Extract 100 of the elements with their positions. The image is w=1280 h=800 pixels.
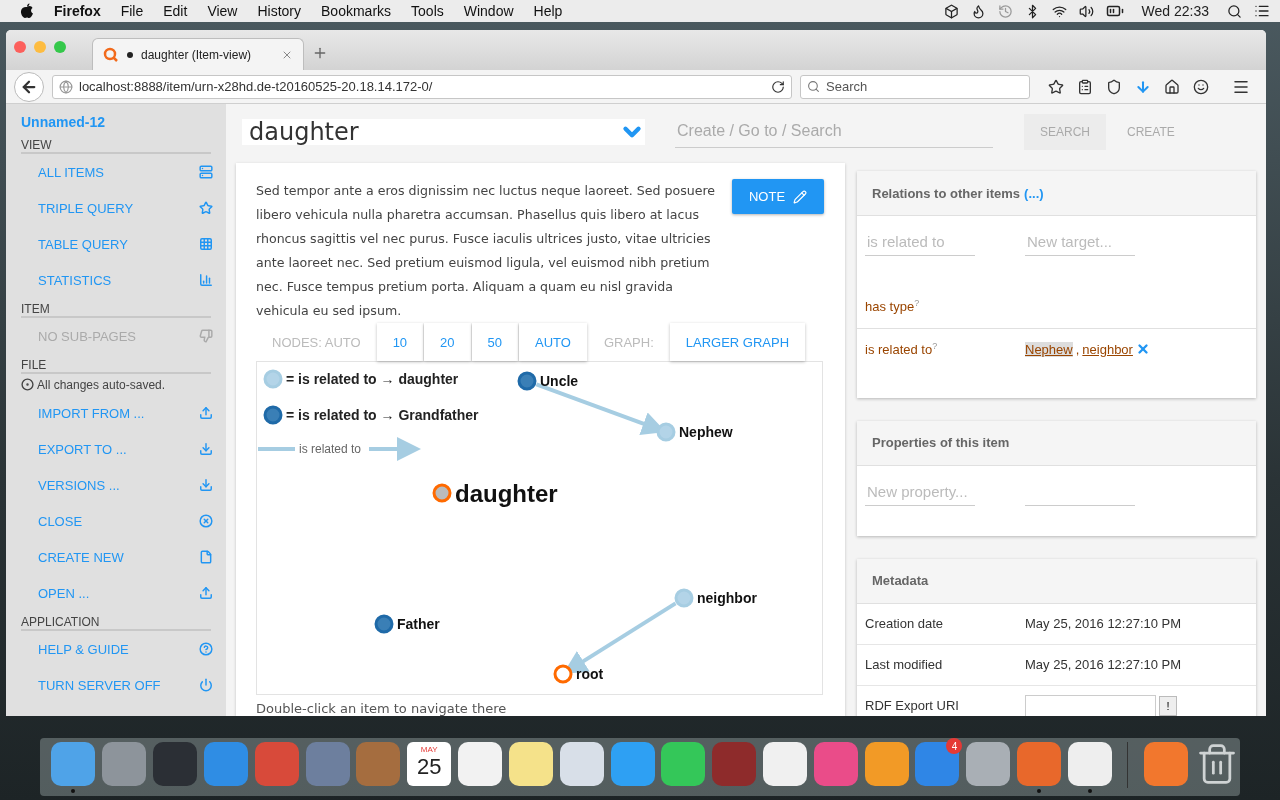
menu-item[interactable]: File [120,3,144,19]
list-icon[interactable] [1254,3,1270,19]
predicate-field[interactable]: is related to [865,228,975,256]
menu-item[interactable]: Window [463,3,514,19]
sidebar-item[interactable]: TRIPLE QUERY [38,190,213,226]
node-label[interactable]: Father [397,616,440,633]
star-icon[interactable] [1048,78,1064,95]
remove-icon[interactable] [1135,342,1150,357]
node-label[interactable]: neighbor [697,590,757,607]
close-window-icon[interactable] [14,41,26,53]
graph-node[interactable] [374,614,394,634]
app-menu[interactable]: Firefox [54,3,101,19]
sidebar-item[interactable]: ALL ITEMS [38,154,213,190]
node-label[interactable]: Nephew [679,424,733,441]
sidebar-item[interactable]: OPEN ... [38,575,213,611]
sidebar-item[interactable]: EXPORT TO ... [38,431,213,467]
sidebar-item[interactable]: CLOSE [38,503,213,539]
app-icon[interactable] [864,742,909,786]
browser-tab[interactable]: daughter (Item-view) [92,38,304,70]
sidebar-item[interactable]: TURN SERVER OFF [38,667,213,703]
menu-item[interactable]: History [257,3,302,19]
upload-icon [199,586,213,600]
menu-item[interactable]: View [207,3,238,19]
back-button[interactable] [14,71,44,102]
export-button[interactable]: ! [1159,695,1177,716]
node-label[interactable]: root [576,666,604,683]
nodes-label: NODES: AUTO [272,333,362,352]
target-link[interactable]: neighbor [1082,342,1133,357]
smiley-icon[interactable] [1193,78,1209,95]
save-status-icon [21,378,34,391]
close-icon [199,514,213,528]
larger-graph-button[interactable]: LARGER GRAPH [669,323,806,361]
power-icon [199,678,213,692]
node-count-button[interactable]: 20 [424,323,471,361]
sidebar-item[interactable]: CREATE NEW [38,539,213,575]
more-link[interactable]: (...) [1024,185,1044,201]
app-icon[interactable] [966,742,1011,786]
clock-text[interactable]: Wed 22:33 [1141,3,1209,19]
download-icon[interactable] [1135,78,1151,95]
menu-item[interactable]: Bookmarks [321,3,392,19]
section-heading: FILE [21,354,211,374]
new-tab-icon[interactable] [312,45,328,61]
reload-icon[interactable] [771,79,785,94]
flame-icon[interactable] [970,3,986,19]
sidebar-item[interactable]: STATISTICS [38,262,213,298]
clipboard-icon[interactable] [1077,78,1093,95]
legend-label: = is related to → Grandfather [286,407,479,423]
search-field[interactable]: Search [800,74,1030,99]
app-icon[interactable] [1067,742,1112,786]
uri-field[interactable] [1025,694,1156,716]
node-label[interactable]: Uncle [540,373,579,390]
target-field[interactable]: New target... [1025,228,1135,256]
app-icon[interactable] [661,742,706,786]
item-title-field[interactable]: daughter [242,118,645,145]
clock-icon[interactable] [997,3,1013,19]
url-field[interactable]: localhost:8888/item/urn-x28hd.de-t20160525-20.18.14.172-0/ [52,74,792,99]
target-link[interactable]: Nephew [1025,342,1073,357]
property-field[interactable]: New property... [865,477,975,506]
graph-node[interactable] [517,371,537,391]
relation-label: is related to$^{?}$ [865,341,939,358]
legend-label: = is related to → daughter [286,371,459,387]
graph-node[interactable] [674,588,694,608]
menu-item[interactable]: Edit [163,3,188,19]
home-icon[interactable] [1164,78,1180,95]
node-count-button[interactable]: AUTO [519,323,587,361]
node-count-button[interactable]: 10 [376,323,424,361]
graph-node[interactable] [432,483,452,503]
metadata-label: Last modified [865,657,944,673]
app-icon[interactable] [559,742,604,786]
menu-item[interactable]: Help [533,3,563,19]
app-icon[interactable] [508,742,553,786]
legend-dot [263,369,283,389]
wifi-icon[interactable] [1051,3,1067,19]
shield-icon[interactable] [1106,78,1122,95]
metadata-value: May 25, 2016 12:27:10 PM [1025,657,1182,673]
sidebar-item[interactable]: TABLE QUERY [38,226,213,262]
apple-icon[interactable] [20,3,34,19]
note-text: Sed tempor ante a eros dignissim nec luctus neque laoreet. Sed posuere libero vehicula nulla pharetra accumsan. Phasellus quis libero at lacus rhoncus sagittis vel nec purus. Fusce iaculis ultrices justo, vitae ultricies ante laoreet nec. Sed pretium euismod ligula, vel euismod nibh pretium nec. Fusce tempus pretium porta. Aliquam a quam eu nisl gravida vehicula eu sed ipsum. [256,182,717,320]
project-title[interactable]: Unnamed-12 [21,114,226,134]
node-label[interactable]: daughter [455,479,558,507]
help-icon [199,642,213,656]
zoom-window-icon[interactable] [54,41,66,53]
volume-icon[interactable] [1078,3,1094,19]
section-heading: ITEM [21,298,211,318]
card-title: Properties of this item [872,435,1010,451]
search-field[interactable]: Create / Go to / Search [675,115,993,148]
calendar-icon[interactable]: MAY 25 [407,742,452,786]
menu-item[interactable]: Tools [411,3,444,19]
app-icon[interactable] [763,742,807,786]
sidebar-item[interactable]: VERSIONS ... [38,467,213,503]
box-icon[interactable] [943,3,959,19]
node-count-button[interactable]: 50 [471,323,519,361]
graph-node[interactable] [656,422,676,442]
search-icon[interactable] [1227,3,1242,19]
note-button[interactable]: NOTE [732,179,824,214]
sidebar-item[interactable]: IMPORT FROM ... [38,395,213,431]
app-icon[interactable] [458,742,503,786]
sidebar-item[interactable]: HELP & GUIDE [38,631,213,667]
app-icon[interactable] [51,742,96,786]
graph-node[interactable] [553,664,573,684]
